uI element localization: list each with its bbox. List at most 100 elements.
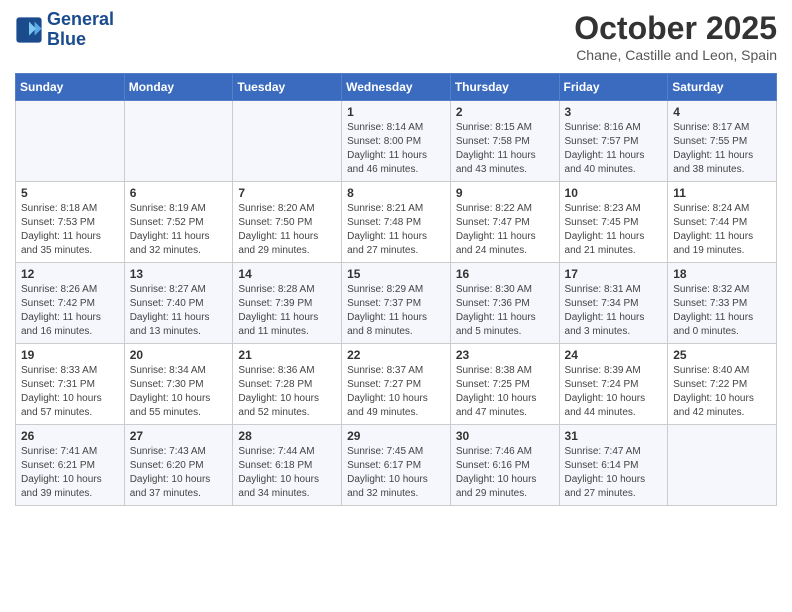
header: General Blue October 2025 Chane, Castill… <box>15 10 777 63</box>
day-number: 16 <box>456 267 554 281</box>
calendar-cell: 1 Sunrise: 8:14 AM Sunset: 8:00 PM Daylig… <box>342 101 451 182</box>
calendar-cell: 22Sunrise: 8:37 AM Sunset: 7:27 PM Dayli… <box>342 344 451 425</box>
location: Chane, Castille and Leon, Spain <box>574 47 777 63</box>
calendar-cell: 23 Sunrise: 8:38 AM Sunset: 7:25 PM Dayli… <box>450 344 559 425</box>
calendar-cell <box>233 101 342 182</box>
calendar-cell: 13Sunrise: 8:27 AM Sunset: 7:40 PM Dayli… <box>124 263 233 344</box>
calendar-cell: 27 Sunrise: 7:43 AM Sunset: 6:20 PM Dayli… <box>124 425 233 506</box>
day-info: Sunrise: 8:20 AM Sunset: 7:50 PM Dayligh… <box>238 202 336 258</box>
day-info: Sunrise: 7:44 AM Sunset: 6:18 PM Dayligh… <box>238 445 336 501</box>
calendar-cell: 4Sunrise: 8:17 AM Sunset: 7:55 PM Daylig… <box>668 101 777 182</box>
calendar-cell: 18Sunrise: 8:32 AM Sunset: 7:33 PM Dayli… <box>668 263 777 344</box>
day-number: 17 <box>565 267 663 281</box>
day-info: Sunrise: 7:43 AM Sunset: 6:20 PM Dayligh… <box>130 445 228 501</box>
day-info: Sunrise: 7:47 AM Sunset: 6:14 PM Dayligh… <box>565 445 663 501</box>
calendar-week-1: 1 Sunrise: 8:14 AM Sunset: 8:00 PM Daylig… <box>16 101 777 182</box>
day-info: Sunrise: 8:16 AM Sunset: 7:57 PM Dayligh… <box>565 121 663 177</box>
day-number: 14 <box>238 267 336 281</box>
day-info: Sunrise: 8:38 AM Sunset: 7:25 PM Dayligh… <box>456 364 554 420</box>
day-number: 7 <box>238 186 336 200</box>
day-header-saturday: Saturday <box>668 74 777 101</box>
calendar-cell: 6Sunrise: 8:19 AM Sunset: 7:52 PM Daylig… <box>124 182 233 263</box>
calendar-cell: 24Sunrise: 8:39 AM Sunset: 7:24 PM Dayli… <box>559 344 668 425</box>
calendar-cell: 2 Sunrise: 8:15 AM Sunset: 7:58 PM Daylig… <box>450 101 559 182</box>
day-info: Sunrise: 7:46 AM Sunset: 6:16 PM Dayligh… <box>456 445 554 501</box>
day-header-sunday: Sunday <box>16 74 125 101</box>
calendar-cell: 26 Sunrise: 7:41 AM Sunset: 6:21 PM Dayli… <box>16 425 125 506</box>
calendar-cell: 19 Sunrise: 8:33 AM Sunset: 7:31 PM Dayli… <box>16 344 125 425</box>
calendar-cell: 12 Sunrise: 8:26 AM Sunset: 7:42 PM Dayli… <box>16 263 125 344</box>
day-info: Sunrise: 8:36 AM Sunset: 7:28 PM Dayligh… <box>238 364 336 420</box>
day-number: 26 <box>21 429 119 443</box>
calendar-cell: 29 Sunrise: 7:45 AM Sunset: 6:17 PM Dayli… <box>342 425 451 506</box>
day-number: 23 <box>456 348 554 362</box>
day-number: 15 <box>347 267 445 281</box>
day-header-tuesday: Tuesday <box>233 74 342 101</box>
day-number: 31 <box>565 429 663 443</box>
day-number: 10 <box>565 186 663 200</box>
day-info: Sunrise: 8:23 AM Sunset: 7:45 PM Dayligh… <box>565 202 663 258</box>
day-number: 21 <box>238 348 336 362</box>
logo: General Blue <box>15 10 114 50</box>
day-info: Sunrise: 8:22 AM Sunset: 7:47 PM Dayligh… <box>456 202 554 258</box>
logo-text: General Blue <box>47 10 114 50</box>
day-info: Sunrise: 8:14 AM Sunset: 8:00 PM Dayligh… <box>347 121 445 177</box>
day-number: 19 <box>21 348 119 362</box>
calendar-cell: 15Sunrise: 8:29 AM Sunset: 7:37 PM Dayli… <box>342 263 451 344</box>
day-info: Sunrise: 8:28 AM Sunset: 7:39 PM Dayligh… <box>238 283 336 339</box>
calendar-cell: 14 Sunrise: 8:28 AM Sunset: 7:39 PM Dayli… <box>233 263 342 344</box>
day-info: Sunrise: 8:33 AM Sunset: 7:31 PM Dayligh… <box>21 364 119 420</box>
calendar-week-4: 19 Sunrise: 8:33 AM Sunset: 7:31 PM Dayli… <box>16 344 777 425</box>
day-number: 30 <box>456 429 554 443</box>
calendar-cell: 20Sunrise: 8:34 AM Sunset: 7:30 PM Dayli… <box>124 344 233 425</box>
day-number: 22 <box>347 348 445 362</box>
calendar-cell: 31 Sunrise: 7:47 AM Sunset: 6:14 PM Dayli… <box>559 425 668 506</box>
day-number: 1 <box>347 105 445 119</box>
day-number: 2 <box>456 105 554 119</box>
day-number: 8 <box>347 186 445 200</box>
day-info: Sunrise: 8:17 AM Sunset: 7:55 PM Dayligh… <box>673 121 771 177</box>
day-number: 5 <box>21 186 119 200</box>
day-info: Sunrise: 8:24 AM Sunset: 7:44 PM Dayligh… <box>673 202 771 258</box>
logo-line1: General <box>47 9 114 29</box>
calendar-cell: 25Sunrise: 8:40 AM Sunset: 7:22 PM Dayli… <box>668 344 777 425</box>
day-info: Sunrise: 8:32 AM Sunset: 7:33 PM Dayligh… <box>673 283 771 339</box>
day-info: Sunrise: 7:41 AM Sunset: 6:21 PM Dayligh… <box>21 445 119 501</box>
calendar-cell: 7 Sunrise: 8:20 AM Sunset: 7:50 PM Daylig… <box>233 182 342 263</box>
day-info: Sunrise: 8:15 AM Sunset: 7:58 PM Dayligh… <box>456 121 554 177</box>
day-info: Sunrise: 8:19 AM Sunset: 7:52 PM Dayligh… <box>130 202 228 258</box>
calendar-table: SundayMondayTuesdayWednesdayThursdayFrid… <box>15 73 777 506</box>
month-title: October 2025 <box>574 10 777 47</box>
calendar-cell: 3 Sunrise: 8:16 AM Sunset: 7:57 PM Daylig… <box>559 101 668 182</box>
day-info: Sunrise: 8:21 AM Sunset: 7:48 PM Dayligh… <box>347 202 445 258</box>
day-info: Sunrise: 8:27 AM Sunset: 7:40 PM Dayligh… <box>130 283 228 339</box>
day-number: 29 <box>347 429 445 443</box>
day-number: 11 <box>673 186 771 200</box>
day-number: 24 <box>565 348 663 362</box>
day-number: 27 <box>130 429 228 443</box>
logo-icon <box>15 16 43 44</box>
calendar-cell: 28Sunrise: 7:44 AM Sunset: 6:18 PM Dayli… <box>233 425 342 506</box>
day-header-thursday: Thursday <box>450 74 559 101</box>
title-block: October 2025 Chane, Castille and Leon, S… <box>574 10 777 63</box>
day-header-friday: Friday <box>559 74 668 101</box>
day-number: 3 <box>565 105 663 119</box>
calendar-cell: 8 Sunrise: 8:21 AM Sunset: 7:48 PM Daylig… <box>342 182 451 263</box>
calendar-week-5: 26 Sunrise: 7:41 AM Sunset: 6:21 PM Dayli… <box>16 425 777 506</box>
calendar-cell: 16Sunrise: 8:30 AM Sunset: 7:36 PM Dayli… <box>450 263 559 344</box>
calendar-cell: 17 Sunrise: 8:31 AM Sunset: 7:34 PM Dayli… <box>559 263 668 344</box>
calendar-cell: 21 Sunrise: 8:36 AM Sunset: 7:28 PM Dayli… <box>233 344 342 425</box>
day-info: Sunrise: 8:26 AM Sunset: 7:42 PM Dayligh… <box>21 283 119 339</box>
day-info: Sunrise: 8:40 AM Sunset: 7:22 PM Dayligh… <box>673 364 771 420</box>
logo-line2: Blue <box>47 29 86 49</box>
day-number: 12 <box>21 267 119 281</box>
day-info: Sunrise: 8:31 AM Sunset: 7:34 PM Dayligh… <box>565 283 663 339</box>
day-number: 20 <box>130 348 228 362</box>
header-row: SundayMondayTuesdayWednesdayThursdayFrid… <box>16 74 777 101</box>
calendar-week-2: 5Sunrise: 8:18 AM Sunset: 7:53 PM Daylig… <box>16 182 777 263</box>
calendar-cell: 10 Sunrise: 8:23 AM Sunset: 7:45 PM Dayli… <box>559 182 668 263</box>
day-header-monday: Monday <box>124 74 233 101</box>
calendar-cell: 11 Sunrise: 8:24 AM Sunset: 7:44 PM Dayli… <box>668 182 777 263</box>
day-info: Sunrise: 7:45 AM Sunset: 6:17 PM Dayligh… <box>347 445 445 501</box>
day-number: 9 <box>456 186 554 200</box>
